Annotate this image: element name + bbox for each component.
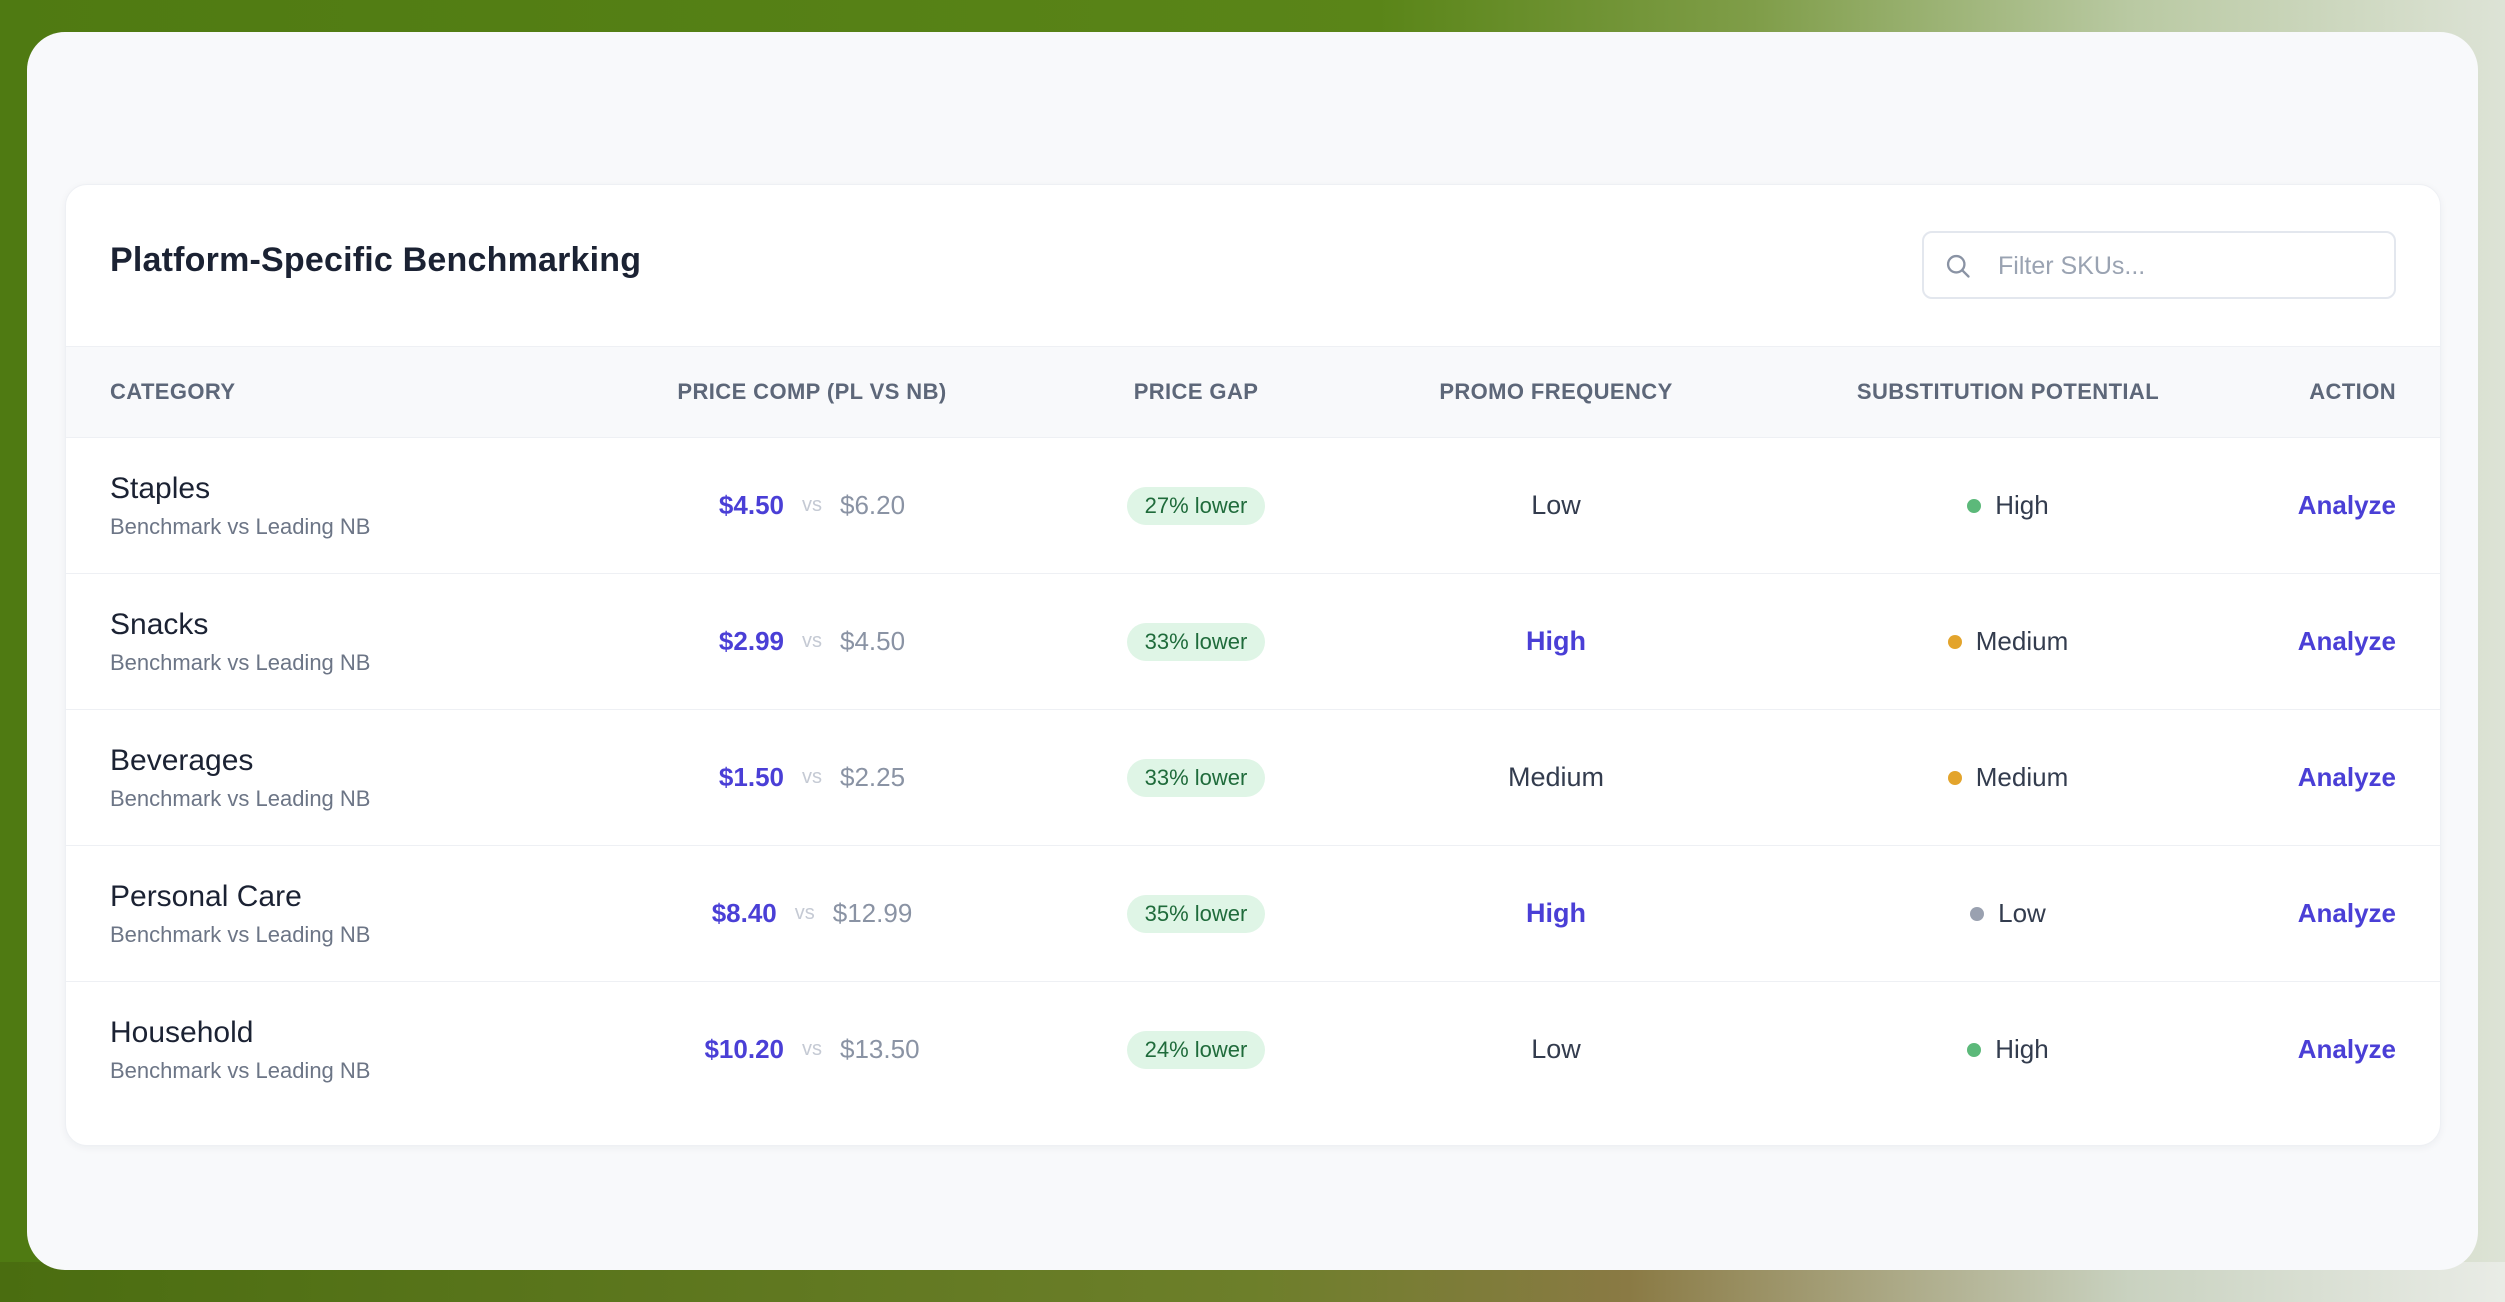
outer-panel: Platform-Specific Benchmarking CATEGORY … [27, 32, 2478, 1270]
substitution-cell: High [1708, 982, 2308, 1117]
substitution-value: Medium [1975, 762, 2069, 792]
vs-label: vs [802, 1038, 822, 1060]
category-name: Household [110, 1015, 254, 1049]
pl-price: $1.50 [718, 762, 784, 792]
substitution-value: High [1995, 1034, 2049, 1064]
category-cell: Beverages Benchmark vs Leading NB [110, 710, 370, 845]
category-subtitle: Benchmark vs Leading NB [110, 1057, 371, 1083]
substitution-cell: Low [1708, 846, 2308, 981]
category-subtitle: Benchmark vs Leading NB [110, 649, 371, 675]
card-header: Platform-Specific Benchmarking [66, 185, 2440, 347]
category-cell: Snacks Benchmark vs Leading NB [110, 574, 370, 709]
vs-label: vs [794, 902, 815, 924]
action-cell: Analyze [2298, 982, 2396, 1117]
status-dot-icon [1947, 634, 1962, 649]
action-cell: Analyze [2298, 438, 2396, 573]
search-icon [1946, 254, 1970, 278]
action-cell: Analyze [2298, 846, 2396, 981]
table-row: Staples Benchmark vs Leading NB $4.50 vs… [66, 438, 2440, 574]
category-cell: Staples Benchmark vs Leading NB [110, 438, 370, 573]
nb-price: $12.99 [832, 898, 913, 928]
substitution-cell: Medium [1708, 710, 2308, 845]
substitution-cell: High [1708, 438, 2308, 573]
analyze-link[interactable]: Analyze [2298, 898, 2396, 929]
table-header: CATEGORY PRICE COMP (PL VS NB) PRICE GAP… [66, 347, 2440, 438]
table-row: Snacks Benchmark vs Leading NB $2.99 vs … [66, 574, 2440, 710]
substitution-cell: Medium [1708, 574, 2308, 709]
substitution-value: High [1995, 490, 2049, 520]
search-input[interactable] [1996, 233, 2380, 299]
analyze-link[interactable]: Analyze [2298, 626, 2396, 657]
price-gap-badge: 35% lower [1126, 894, 1266, 933]
promo-frequency-value: High [1526, 898, 1586, 928]
pl-price: $8.40 [711, 898, 777, 928]
pl-price: $2.99 [718, 626, 784, 656]
category-subtitle: Benchmark vs Leading NB [110, 513, 371, 539]
category-name: Snacks [110, 607, 209, 641]
status-dot-icon [1970, 906, 1985, 921]
promo-frequency-value: Low [1531, 490, 1581, 520]
nb-price: $6.20 [840, 490, 906, 520]
column-header-action: ACTION [2309, 379, 2396, 404]
vs-label: vs [802, 494, 822, 516]
benchmark-card: Platform-Specific Benchmarking CATEGORY … [65, 184, 2441, 1146]
category-subtitle: Benchmark vs Leading NB [110, 921, 371, 947]
action-cell: Analyze [2298, 574, 2396, 709]
column-header-substitution-potential[interactable]: SUBSTITUTION POTENTIAL [1708, 347, 2308, 437]
category-name: Staples [110, 471, 211, 505]
category-cell: Household Benchmark vs Leading NB [110, 982, 370, 1117]
category-name: Personal Care [110, 879, 302, 913]
substitution-value: Medium [1975, 626, 2069, 656]
substitution-value: Low [1998, 898, 2046, 928]
nb-price: $4.50 [840, 626, 906, 656]
status-dot-icon [1967, 498, 1982, 513]
page-title: Platform-Specific Benchmarking [110, 241, 642, 279]
category-cell: Personal Care Benchmark vs Leading NB [110, 846, 370, 981]
pl-price: $4.50 [718, 490, 784, 520]
nb-price: $13.50 [840, 1034, 920, 1064]
status-dot-icon [1967, 1042, 1982, 1057]
promo-frequency-value: High [1526, 626, 1586, 656]
promo-frequency-value: Low [1531, 1034, 1581, 1064]
nb-price: $2.25 [840, 762, 906, 792]
vs-label: vs [802, 630, 822, 652]
table-body: Staples Benchmark vs Leading NB $4.50 vs… [66, 438, 2440, 1117]
status-dot-icon [1947, 770, 1962, 785]
vs-label: vs [802, 766, 822, 788]
search-box[interactable] [1922, 231, 2396, 299]
category-name: Beverages [110, 743, 254, 777]
promo-frequency-value: Medium [1507, 762, 1605, 792]
action-cell: Analyze [2298, 710, 2396, 845]
analyze-link[interactable]: Analyze [2298, 490, 2396, 521]
price-gap-badge: 33% lower [1126, 758, 1266, 797]
analyze-link[interactable]: Analyze [2298, 762, 2396, 793]
price-gap-badge: 27% lower [1126, 486, 1266, 525]
table-row: Beverages Benchmark vs Leading NB $1.50 … [66, 710, 2440, 846]
pl-price: $10.20 [704, 1034, 784, 1064]
table-row: Household Benchmark vs Leading NB $10.20… [66, 982, 2440, 1117]
price-gap-badge: 33% lower [1126, 622, 1266, 661]
column-header-category[interactable]: CATEGORY [110, 347, 235, 437]
category-subtitle: Benchmark vs Leading NB [110, 785, 371, 811]
price-gap-badge: 24% lower [1126, 1030, 1266, 1069]
table-row: Personal Care Benchmark vs Leading NB $8… [66, 846, 2440, 982]
analyze-link[interactable]: Analyze [2298, 1034, 2396, 1065]
